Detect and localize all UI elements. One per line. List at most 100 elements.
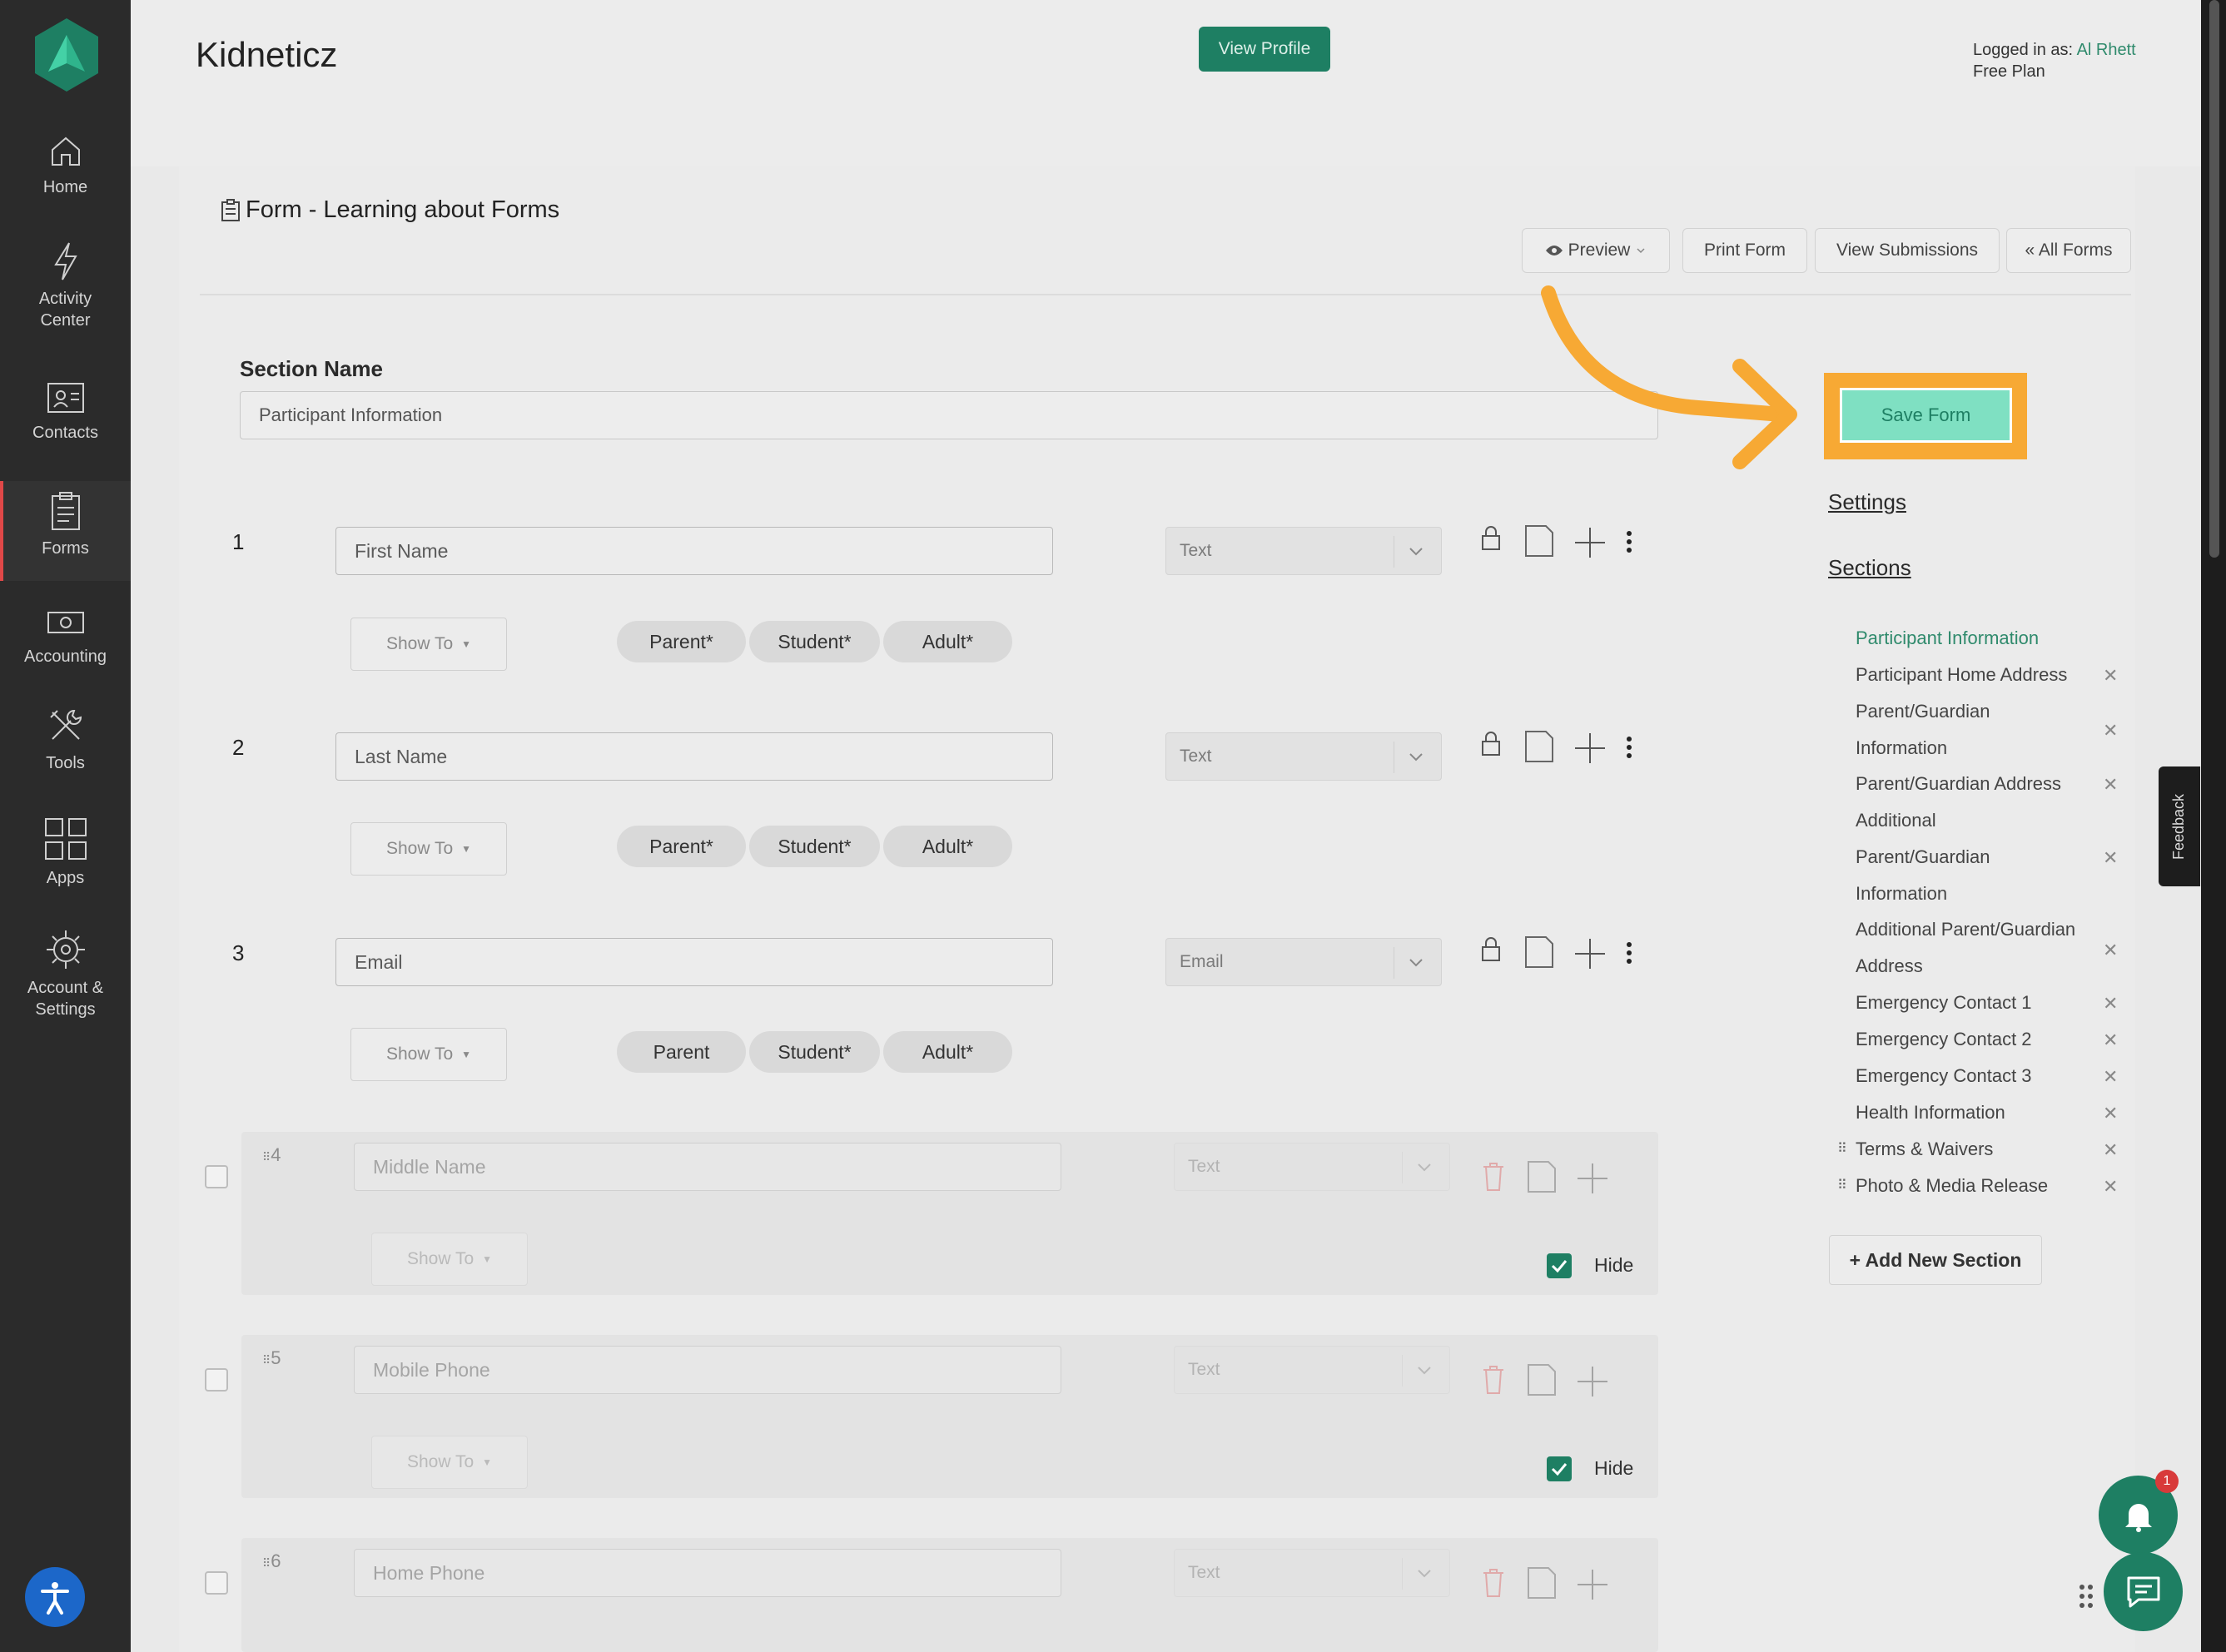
hide-checkbox[interactable]: [1547, 1253, 1572, 1278]
section-item[interactable]: Participant Home Address: [1856, 657, 2105, 693]
remove-section-icon[interactable]: ✕: [2103, 940, 2118, 961]
app-logo[interactable]: [32, 17, 102, 93]
section-item[interactable]: Emergency Contact 1: [1856, 985, 2105, 1021]
section-item[interactable]: Photo & Media Release: [1856, 1168, 2105, 1204]
scrollbar[interactable]: [2201, 0, 2226, 1652]
section-item[interactable]: Additional Parent/Guardian Information: [1856, 802, 2047, 912]
add-field-button[interactable]: [1573, 526, 1607, 559]
more-options-button[interactable]: [1626, 942, 1632, 964]
field-type-select[interactable]: Email: [1165, 938, 1442, 986]
section-item[interactable]: Participant Information: [1856, 620, 2105, 657]
field-label-input[interactable]: Mobile Phone: [354, 1346, 1061, 1394]
delete-field-button[interactable]: [1482, 1568, 1505, 1598]
remove-section-icon[interactable]: ✕: [2103, 665, 2118, 687]
field-label-input[interactable]: Middle Name: [354, 1143, 1061, 1191]
copy-field-button[interactable]: [1524, 730, 1554, 763]
drag-grip-icon[interactable]: [2079, 1584, 2094, 1609]
copy-field-button[interactable]: [1527, 1566, 1557, 1600]
field-type-select[interactable]: Text: [1165, 732, 1442, 781]
field-type-select[interactable]: Text: [1174, 1143, 1450, 1191]
show-to-dropdown[interactable]: Show To ▼: [371, 1233, 528, 1286]
remove-section-icon[interactable]: ✕: [2103, 993, 2118, 1015]
more-options-button[interactable]: [1626, 531, 1632, 553]
save-form-button[interactable]: Save Form: [1840, 388, 2012, 443]
sidebar-item-apps[interactable]: Apps: [0, 817, 131, 889]
remove-section-icon[interactable]: ✕: [2103, 1066, 2118, 1088]
accessibility-button[interactable]: [25, 1567, 85, 1627]
section-item[interactable]: Additional Parent/Guardian Address: [1856, 911, 2097, 985]
add-field-button[interactable]: [1576, 1568, 1609, 1601]
preview-button[interactable]: Preview: [1522, 228, 1670, 273]
add-field-button[interactable]: [1576, 1365, 1609, 1398]
sidebar-item-tools[interactable]: Tools: [0, 706, 131, 774]
remove-section-icon[interactable]: ✕: [2103, 774, 2118, 796]
field-type-select[interactable]: Text: [1174, 1549, 1450, 1597]
sidebar-item-accounting[interactable]: Accounting: [0, 606, 131, 667]
show-to-dropdown[interactable]: Show To ▼: [350, 822, 507, 876]
field-label-input[interactable]: Home Phone: [354, 1549, 1061, 1597]
section-item[interactable]: Parent/Guardian Information: [1856, 693, 2047, 766]
section-item[interactable]: Parent/Guardian Address: [1856, 766, 2105, 802]
add-field-button[interactable]: [1576, 1162, 1609, 1195]
field-select-checkbox[interactable]: [205, 1368, 228, 1392]
show-to-dropdown[interactable]: Show To ▼: [350, 1028, 507, 1081]
sections-link[interactable]: Sections: [1828, 555, 1911, 581]
audience-pill-adult[interactable]: Adult*: [883, 1031, 1012, 1073]
remove-section-icon[interactable]: ✕: [2103, 720, 2118, 742]
copy-field-button[interactable]: [1524, 935, 1554, 969]
drag-handle-icon[interactable]: ⠿: [262, 1556, 271, 1570]
audience-pill-parent[interactable]: Parent: [617, 1031, 746, 1073]
chat-button[interactable]: [2104, 1552, 2183, 1631]
sidebar-item-contacts[interactable]: Contacts: [0, 379, 131, 444]
copy-field-button[interactable]: [1527, 1160, 1557, 1193]
drag-handle-icon[interactable]: ⠿: [262, 1353, 271, 1367]
remove-section-icon[interactable]: ✕: [2103, 1029, 2118, 1051]
copy-field-button[interactable]: [1524, 524, 1554, 558]
remove-section-icon[interactable]: ✕: [2103, 1176, 2118, 1198]
show-to-dropdown[interactable]: Show To ▼: [371, 1436, 528, 1489]
view-submissions-button[interactable]: View Submissions: [1815, 228, 2000, 273]
audience-pill-parent[interactable]: Parent*: [617, 621, 746, 662]
more-options-button[interactable]: [1626, 737, 1632, 758]
audience-pill-student[interactable]: Student*: [749, 826, 880, 867]
user-name-link[interactable]: Al Rhett: [2077, 41, 2136, 59]
copy-field-button[interactable]: [1527, 1363, 1557, 1397]
section-item[interactable]: Emergency Contact 2: [1856, 1021, 2105, 1058]
sidebar-item-account-settings[interactable]: Account & Settings: [0, 929, 131, 1020]
audience-pill-adult[interactable]: Adult*: [883, 826, 1012, 867]
sidebar-item-home[interactable]: Home: [0, 133, 131, 198]
field-select-checkbox[interactable]: [205, 1571, 228, 1595]
delete-field-button[interactable]: [1482, 1162, 1505, 1192]
view-profile-button[interactable]: View Profile: [1199, 27, 1330, 72]
lock-button[interactable]: [1480, 524, 1502, 551]
drag-handle-icon[interactable]: ⠿: [262, 1150, 271, 1163]
add-field-button[interactable]: [1573, 937, 1607, 970]
field-type-select[interactable]: Text: [1165, 527, 1442, 575]
audience-pill-student[interactable]: Student*: [749, 621, 880, 662]
audience-pill-adult[interactable]: Adult*: [883, 621, 1012, 662]
remove-section-icon[interactable]: ✕: [2103, 1139, 2118, 1161]
audience-pill-parent[interactable]: Parent*: [617, 826, 746, 867]
drag-handle-icon[interactable]: ⠿: [1837, 1177, 1847, 1193]
remove-section-icon[interactable]: ✕: [2103, 847, 2118, 869]
remove-section-icon[interactable]: ✕: [2103, 1103, 2118, 1124]
field-type-select[interactable]: Text: [1174, 1346, 1450, 1394]
section-item[interactable]: Terms & Waivers: [1856, 1131, 2105, 1168]
section-name-input[interactable]: Participant Information: [240, 391, 1658, 439]
section-item[interactable]: Health Information: [1856, 1094, 2105, 1131]
field-label-input[interactable]: First Name: [335, 527, 1053, 575]
show-to-dropdown[interactable]: Show To ▼: [350, 618, 507, 671]
delete-field-button[interactable]: [1482, 1365, 1505, 1395]
field-label-input[interactable]: Last Name: [335, 732, 1053, 781]
field-select-checkbox[interactable]: [205, 1165, 228, 1188]
section-item[interactable]: Emergency Contact 3: [1856, 1058, 2105, 1094]
print-form-button[interactable]: Print Form: [1682, 228, 1807, 273]
audience-pill-student[interactable]: Student*: [749, 1031, 880, 1073]
add-field-button[interactable]: [1573, 732, 1607, 765]
sidebar-item-forms[interactable]: Forms: [0, 481, 131, 581]
field-label-input[interactable]: Email: [335, 938, 1053, 986]
feedback-tab[interactable]: Feedback: [2159, 766, 2200, 886]
all-forms-button[interactable]: « All Forms: [2006, 228, 2131, 273]
scrollbar-thumb[interactable]: [2209, 0, 2219, 558]
add-new-section-button[interactable]: + Add New Section: [1829, 1235, 2042, 1285]
